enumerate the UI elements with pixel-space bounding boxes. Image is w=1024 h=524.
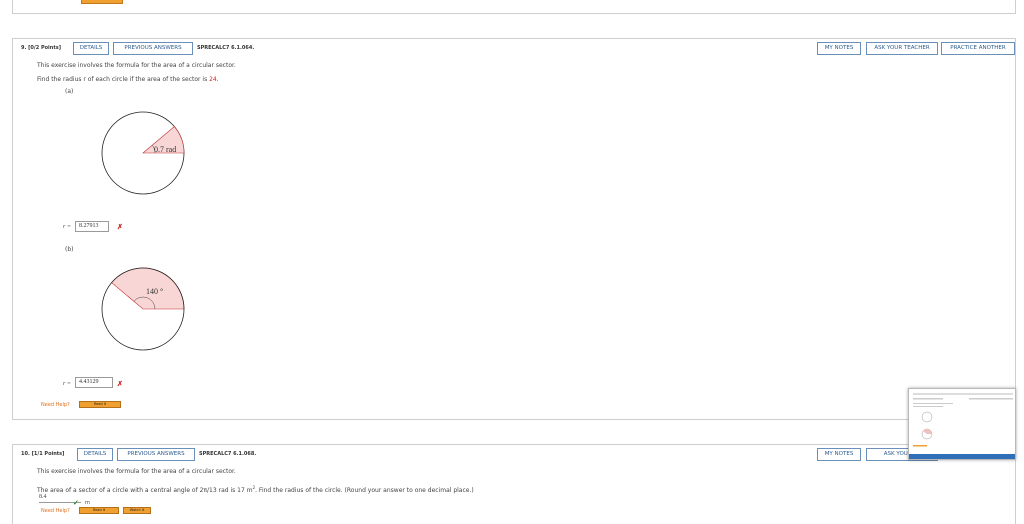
thumbnail-preview-icon [913,393,1013,447]
answer-b-input[interactable]: 4.43129 [75,377,113,388]
correct-icon: ✓ [73,500,79,507]
page-preview-thumbnail[interactable] [908,388,1016,460]
intro-text: This exercise involves the formula for t… [37,468,236,475]
incorrect-icon: ✗ [117,381,123,388]
read-it-button[interactable]: Read It [79,507,119,514]
question-9-header: 9. [0/2 Points] DETAILS PREVIOUS ANSWERS… [13,39,1015,59]
question-10-header: 10. [1/1 Points] DETAILS PREVIOUS ANSWER… [13,445,1015,465]
ask-teacher-button[interactable]: ASK YOUR TEACHER [866,42,938,55]
read-it-button[interactable]: Read It [79,401,121,408]
intro-text: This exercise involves the formula for t… [37,62,236,69]
problem-code: SPRECALC7 6.1.068. [199,451,257,457]
circle-a-diagram: 0.7 rad [101,111,185,195]
unit-label: m [85,500,90,506]
prompt-text: The area of a sector of a circle with a … [37,485,474,494]
practice-another-button[interactable]: PRACTICE ANOTHER [941,42,1015,55]
answer-a-input[interactable]: 8.27913 [75,221,109,232]
r-label: r = [63,381,71,387]
previous-question-card [12,0,1016,14]
help-button-partial[interactable] [81,0,123,4]
my-notes-button[interactable]: MY NOTES [817,42,861,55]
problem-code: SPRECALC7 6.1.064. [197,45,255,51]
my-notes-button[interactable]: MY NOTES [817,448,861,461]
incorrect-icon: ✗ [117,224,123,231]
question-number: 10. [1/1 Points] [21,451,65,457]
previous-answers-button[interactable]: PREVIOUS ANSWERS [113,42,193,55]
details-button[interactable]: DETAILS [77,448,113,461]
answer-input[interactable]: 8.4 [39,494,47,500]
part-b-label: (b) [65,246,74,253]
angle-label-a: 0.7 rad [154,145,176,154]
circle-b-diagram: 140 ° [101,267,185,351]
prompt-text: Find the radius r of each circle if the … [37,76,219,83]
question-9-card: 9. [0/2 Points] DETAILS PREVIOUS ANSWERS… [12,38,1016,420]
question-10-card: 10. [1/1 Points] DETAILS PREVIOUS ANSWER… [12,444,1016,524]
need-help-label: Need Help? [41,508,70,514]
need-help-label: Need Help? [41,402,70,408]
previous-answers-button[interactable]: PREVIOUS ANSWERS [117,448,195,461]
watch-it-button[interactable]: Watch It [123,507,151,514]
angle-label-b: 140 ° [146,287,163,296]
r-label: r = [63,224,71,230]
part-a-label: (a) [65,88,74,95]
question-number: 9. [0/2 Points] [21,45,61,51]
thumbnail-bar [909,454,1015,459]
details-button[interactable]: DETAILS [73,42,109,55]
